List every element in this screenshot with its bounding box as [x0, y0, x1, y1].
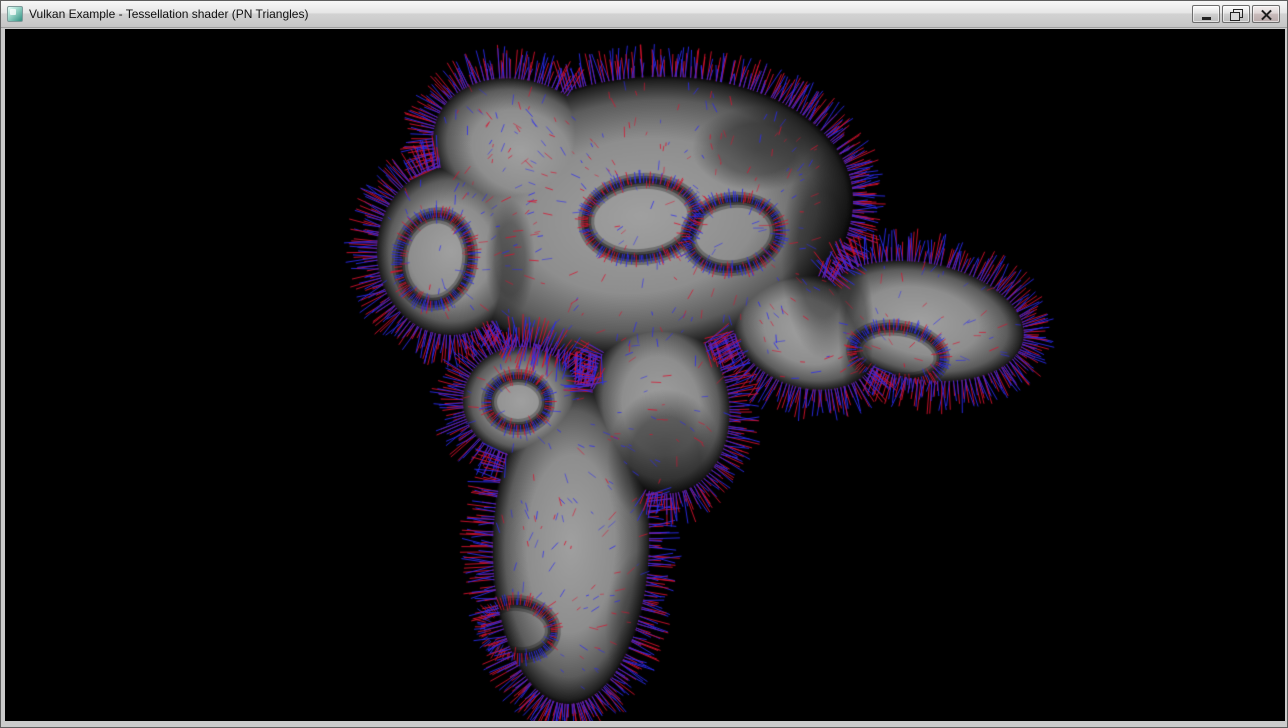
close-button[interactable]	[1252, 5, 1280, 23]
window-controls	[1192, 5, 1280, 23]
restore-button[interactable]	[1222, 5, 1250, 23]
app-window: Vulkan Example - Tessellation shader (PN…	[0, 0, 1288, 728]
app-icon[interactable]	[7, 6, 23, 22]
title-bar[interactable]: Vulkan Example - Tessellation shader (PN…	[1, 1, 1287, 28]
restore-icon	[1230, 9, 1242, 20]
close-icon	[1260, 9, 1273, 20]
minimize-icon	[1202, 17, 1211, 20]
render-viewport	[5, 29, 1285, 721]
window-title: Vulkan Example - Tessellation shader (PN…	[29, 7, 308, 21]
render-canvas[interactable]	[5, 29, 1285, 721]
minimize-button[interactable]	[1192, 5, 1220, 23]
